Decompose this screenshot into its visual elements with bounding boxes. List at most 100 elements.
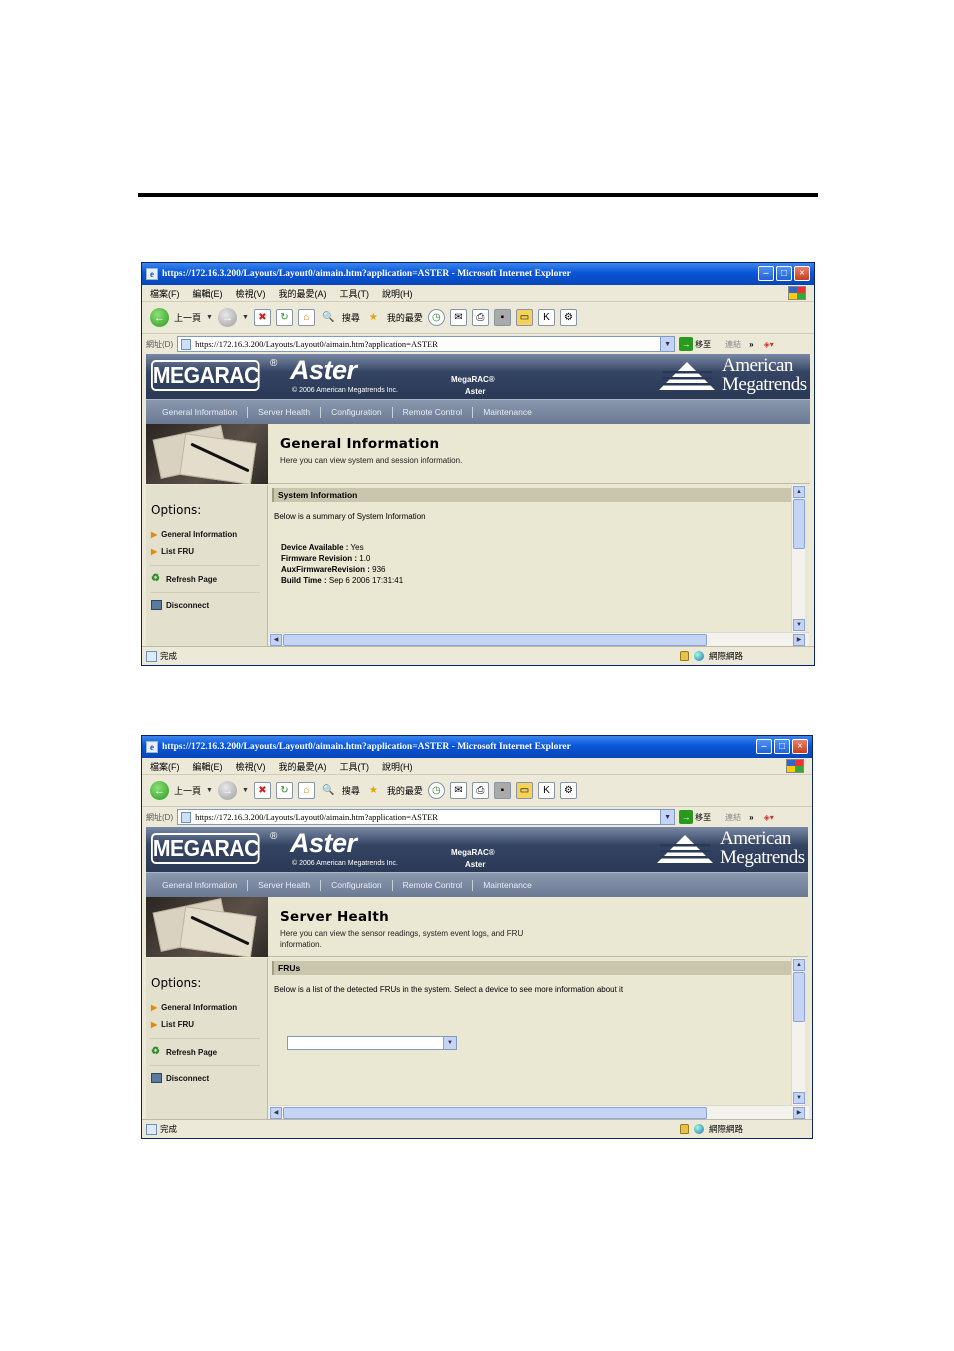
sidebar-item-list-fru[interactable]: ▶ List FRU [151,547,194,556]
lock-icon[interactable] [680,651,689,661]
minimize-icon[interactable]: – [756,739,772,754]
horizontal-scrollbar[interactable]: ◀ ▶ [269,632,809,646]
chevron-down-icon[interactable]: ▼ [443,1037,456,1049]
stop-icon[interactable]: ✖ [253,309,271,326]
forward-arrow-icon[interactable]: → [217,781,237,800]
stop-icon[interactable]: ✖ [253,782,271,799]
home-icon[interactable]: ⌂ [297,782,315,799]
messenger-icon[interactable]: K [537,782,555,799]
back-arrow-icon[interactable]: ← [150,308,169,327]
sidebar-item-refresh-page[interactable]: ♻ Refresh Page [151,574,217,584]
edit-icon[interactable]: ▪ [493,309,511,326]
sidebar-item-refresh-page[interactable]: ♻ Refresh Page [151,1047,217,1057]
messenger-icon[interactable]: K [537,309,555,326]
minimize-icon[interactable]: – [758,266,774,281]
links-label[interactable]: 連結 [725,339,741,350]
search-icon[interactable]: 🔍 [320,309,337,326]
forward-dropdown-icon[interactable]: ▼ [242,314,249,321]
vertical-scrollbar[interactable]: ▲ ▼ [791,485,805,632]
forward-arrow-icon[interactable]: → [217,308,237,327]
scroll-down-icon[interactable]: ▼ [793,1092,805,1104]
menu-favorites[interactable]: 我的最愛(A) [279,760,327,773]
refresh-icon[interactable]: ↻ [275,782,293,799]
menu-edit[interactable]: 編輯(E) [193,287,223,300]
window-titlebar[interactable]: e https://172.16.3.200/Layouts/Layout0/a… [142,736,812,758]
menu-help[interactable]: 說明(H) [382,287,413,300]
menu-file[interactable]: 檔案(F) [150,760,180,773]
mail-icon[interactable]: ✉ [449,782,467,799]
folder-icon[interactable]: ▭ [515,782,533,799]
maximize-icon[interactable]: □ [776,266,792,281]
scroll-left-icon[interactable]: ◀ [270,634,282,646]
chevron-right-icon[interactable]: » [749,340,753,349]
menu-tools[interactable]: 工具(T) [340,760,370,773]
tools-icon[interactable]: ⚙ [559,309,577,326]
nav-general-information[interactable]: General Information [162,407,237,417]
print-icon[interactable]: ⎙ [471,782,489,799]
sidebar-item-disconnect[interactable]: Disconnect [151,1073,209,1083]
scroll-down-icon[interactable]: ▼ [793,619,805,631]
nav-maintenance[interactable]: Maintenance [483,407,532,417]
favorites-button-label[interactable]: 我的最愛 [387,311,423,324]
search-button-label[interactable]: 搜尋 [342,311,360,324]
close-icon[interactable]: × [792,739,808,754]
back-button-label[interactable]: 上一頁 [174,311,201,324]
nav-server-health[interactable]: Server Health [258,407,310,417]
back-button-label[interactable]: 上一頁 [174,784,201,797]
scroll-thumb[interactable] [793,499,805,549]
favorites-star-icon[interactable]: ★ [365,782,382,799]
fru-device-select[interactable]: ▼ [287,1036,457,1050]
scroll-right-icon[interactable]: ▶ [793,634,805,646]
back-dropdown-icon[interactable]: ▼ [206,314,213,321]
scroll-up-icon[interactable]: ▲ [793,486,805,498]
menu-favorites[interactable]: 我的最愛(A) [279,287,327,300]
search-icon[interactable]: 🔍 [320,782,337,799]
scroll-thumb[interactable] [283,634,707,646]
history-icon[interactable]: ◷ [427,782,445,799]
favorites-button-label[interactable]: 我的最愛 [387,784,423,797]
print-icon[interactable]: ⎙ [471,309,489,326]
nav-remote-control[interactable]: Remote Control [403,880,463,890]
nav-configuration[interactable]: Configuration [331,407,382,417]
history-icon[interactable]: ◷ [427,309,445,326]
scroll-up-icon[interactable]: ▲ [793,959,805,971]
links-label[interactable]: 連結 [725,812,741,823]
addon-icon[interactable]: ◈▾ [764,340,774,349]
go-button[interactable]: → 移至 [679,810,711,824]
nav-remote-control[interactable]: Remote Control [403,407,463,417]
scroll-right-icon[interactable]: ▶ [793,1107,805,1119]
addon-icon[interactable]: ◈▾ [764,813,774,822]
menu-edit[interactable]: 編輯(E) [193,760,223,773]
favorites-star-icon[interactable]: ★ [365,309,382,326]
refresh-icon[interactable]: ↻ [275,309,293,326]
nav-general-information[interactable]: General Information [162,880,237,890]
chevron-right-icon[interactable]: » [749,813,753,822]
edit-icon[interactable]: ▪ [493,782,511,799]
sidebar-item-general-information[interactable]: ▶ General Information [151,1003,237,1012]
window-titlebar[interactable]: e https://172.16.3.200/Layouts/Layout0/a… [142,263,814,285]
back-dropdown-icon[interactable]: ▼ [206,787,213,794]
menu-tools[interactable]: 工具(T) [340,287,370,300]
address-input[interactable]: https://172.16.3.200/Layouts/Layout0/aim… [177,809,676,825]
nav-maintenance[interactable]: Maintenance [483,880,532,890]
vertical-scrollbar[interactable]: ▲ ▼ [791,958,805,1105]
back-arrow-icon[interactable]: ← [150,781,169,800]
address-input[interactable]: https://172.16.3.200/Layouts/Layout0/aim… [177,336,676,352]
forward-dropdown-icon[interactable]: ▼ [242,787,249,794]
lock-icon[interactable] [680,1124,689,1134]
mail-icon[interactable]: ✉ [449,309,467,326]
folder-icon[interactable]: ▭ [515,309,533,326]
sidebar-item-list-fru[interactable]: ▶ List FRU [151,1020,194,1029]
scroll-left-icon[interactable]: ◀ [270,1107,282,1119]
scroll-thumb[interactable] [793,972,805,1022]
address-dropdown-icon[interactable]: ▼ [660,337,675,351]
home-icon[interactable]: ⌂ [297,309,315,326]
maximize-icon[interactable]: □ [774,739,790,754]
nav-server-health[interactable]: Server Health [258,880,310,890]
scroll-thumb[interactable] [283,1107,707,1119]
menu-help[interactable]: 說明(H) [382,760,413,773]
go-button[interactable]: → 移至 [679,337,711,351]
horizontal-scrollbar[interactable]: ◀ ▶ [269,1105,809,1119]
sidebar-item-general-information[interactable]: ▶ General Information [151,530,237,539]
close-icon[interactable]: × [794,266,810,281]
